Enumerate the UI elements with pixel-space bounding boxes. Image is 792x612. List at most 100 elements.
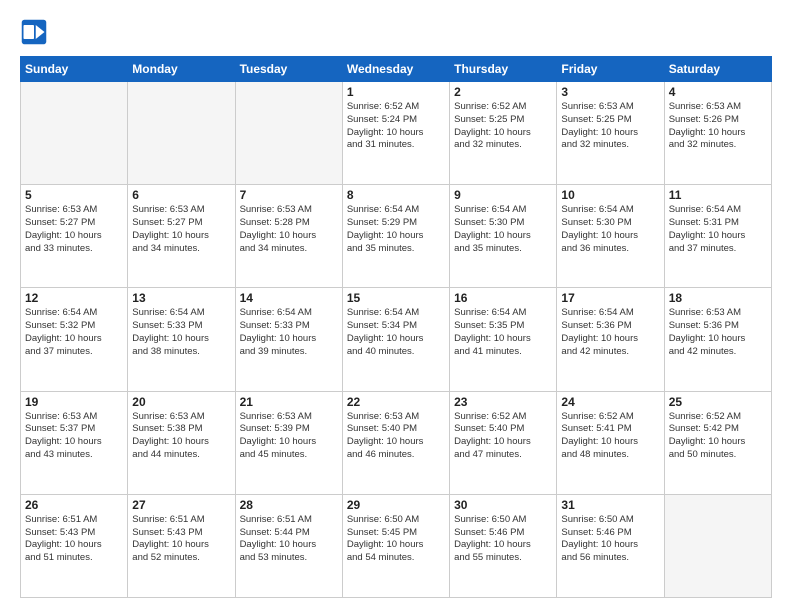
day-number: 16: [454, 291, 552, 305]
day-info: Sunrise: 6:50 AMSunset: 5:46 PMDaylight:…: [561, 514, 659, 565]
day-number: 5: [25, 188, 123, 202]
week-row-2: 12 Sunrise: 6:54 AMSunset: 5:32 PMDayligh…: [21, 288, 772, 391]
day-number: 28: [240, 498, 338, 512]
week-row-1: 5 Sunrise: 6:53 AMSunset: 5:27 PMDaylight…: [21, 185, 772, 288]
calendar-cell: 8 Sunrise: 6:54 AMSunset: 5:29 PMDaylight…: [342, 185, 449, 288]
day-number: 3: [561, 85, 659, 99]
calendar-cell: [128, 82, 235, 185]
day-info: Sunrise: 6:54 AMSunset: 5:35 PMDaylight:…: [454, 307, 552, 358]
day-info: Sunrise: 6:54 AMSunset: 5:30 PMDaylight:…: [454, 204, 552, 255]
calendar-cell: 3 Sunrise: 6:53 AMSunset: 5:25 PMDaylight…: [557, 82, 664, 185]
weekday-header-tuesday: Tuesday: [235, 57, 342, 82]
day-info: Sunrise: 6:54 AMSunset: 5:29 PMDaylight:…: [347, 204, 445, 255]
day-number: 13: [132, 291, 230, 305]
day-info: Sunrise: 6:54 AMSunset: 5:34 PMDaylight:…: [347, 307, 445, 358]
calendar-cell: 18 Sunrise: 6:53 AMSunset: 5:36 PMDayligh…: [664, 288, 771, 391]
calendar-cell: 29 Sunrise: 6:50 AMSunset: 5:45 PMDayligh…: [342, 494, 449, 597]
day-info: Sunrise: 6:54 AMSunset: 5:32 PMDaylight:…: [25, 307, 123, 358]
weekday-header-row: SundayMondayTuesdayWednesdayThursdayFrid…: [21, 57, 772, 82]
day-info: Sunrise: 6:53 AMSunset: 5:39 PMDaylight:…: [240, 411, 338, 462]
day-info: Sunrise: 6:54 AMSunset: 5:30 PMDaylight:…: [561, 204, 659, 255]
day-number: 10: [561, 188, 659, 202]
calendar-cell: 28 Sunrise: 6:51 AMSunset: 5:44 PMDayligh…: [235, 494, 342, 597]
day-info: Sunrise: 6:51 AMSunset: 5:43 PMDaylight:…: [132, 514, 230, 565]
day-number: 6: [132, 188, 230, 202]
week-row-4: 26 Sunrise: 6:51 AMSunset: 5:43 PMDayligh…: [21, 494, 772, 597]
calendar-cell: 4Sunrise: 6:53 AMSunset: 5:26 PMDaylight…: [664, 82, 771, 185]
calendar-cell: 23Sunrise: 6:52 AMSunset: 5:40 PMDayligh…: [450, 391, 557, 494]
day-number: 31: [561, 498, 659, 512]
day-info: Sunrise: 6:52 AMSunset: 5:25 PMDaylight:…: [454, 101, 552, 152]
day-info: Sunrise: 6:54 AMSunset: 5:36 PMDaylight:…: [561, 307, 659, 358]
calendar-table: SundayMondayTuesdayWednesdayThursdayFrid…: [20, 56, 772, 598]
day-info: Sunrise: 6:53 AMSunset: 5:27 PMDaylight:…: [132, 204, 230, 255]
day-number: 24: [561, 395, 659, 409]
logo-icon: [20, 18, 48, 46]
calendar-cell: 24Sunrise: 6:52 AMSunset: 5:41 PMDayligh…: [557, 391, 664, 494]
weekday-header-friday: Friday: [557, 57, 664, 82]
day-info: Sunrise: 6:51 AMSunset: 5:43 PMDaylight:…: [25, 514, 123, 565]
day-info: Sunrise: 6:53 AMSunset: 5:25 PMDaylight:…: [561, 101, 659, 152]
calendar-cell: 2Sunrise: 6:52 AMSunset: 5:25 PMDaylight…: [450, 82, 557, 185]
day-number: 7: [240, 188, 338, 202]
page: SundayMondayTuesdayWednesdayThursdayFrid…: [0, 0, 792, 612]
calendar-cell: 13 Sunrise: 6:54 AMSunset: 5:33 PMDayligh…: [128, 288, 235, 391]
day-number: 19: [25, 395, 123, 409]
weekday-header-monday: Monday: [128, 57, 235, 82]
day-info: Sunrise: 6:53 AMSunset: 5:27 PMDaylight:…: [25, 204, 123, 255]
day-number: 21: [240, 395, 338, 409]
day-info: Sunrise: 6:54 AMSunset: 5:33 PMDaylight:…: [240, 307, 338, 358]
day-info: Sunrise: 6:53 AMSunset: 5:26 PMDaylight:…: [669, 101, 767, 152]
day-info: Sunrise: 6:53 AMSunset: 5:38 PMDaylight:…: [132, 411, 230, 462]
day-number: 1: [347, 85, 445, 99]
header: [20, 18, 772, 46]
weekday-header-saturday: Saturday: [664, 57, 771, 82]
calendar-cell: [21, 82, 128, 185]
calendar-cell: 22 Sunrise: 6:53 AMSunset: 5:40 PMDayligh…: [342, 391, 449, 494]
day-number: 12: [25, 291, 123, 305]
calendar-cell: 1 Sunrise: 6:52 AMSunset: 5:24 PMDaylight…: [342, 82, 449, 185]
day-number: 25: [669, 395, 767, 409]
calendar-cell: 15 Sunrise: 6:54 AMSunset: 5:34 PMDayligh…: [342, 288, 449, 391]
calendar-cell: 30 Sunrise: 6:50 AMSunset: 5:46 PMDayligh…: [450, 494, 557, 597]
calendar-cell: 26 Sunrise: 6:51 AMSunset: 5:43 PMDayligh…: [21, 494, 128, 597]
day-number: 15: [347, 291, 445, 305]
calendar-cell: 12 Sunrise: 6:54 AMSunset: 5:32 PMDayligh…: [21, 288, 128, 391]
day-number: 20: [132, 395, 230, 409]
day-number: 29: [347, 498, 445, 512]
day-info: Sunrise: 6:51 AMSunset: 5:44 PMDaylight:…: [240, 514, 338, 565]
calendar-cell: 7 Sunrise: 6:53 AMSunset: 5:28 PMDaylight…: [235, 185, 342, 288]
day-number: 22: [347, 395, 445, 409]
day-number: 11: [669, 188, 767, 202]
calendar-cell: 20 Sunrise: 6:53 AMSunset: 5:38 PMDayligh…: [128, 391, 235, 494]
calendar-cell: 31 Sunrise: 6:50 AMSunset: 5:46 PMDayligh…: [557, 494, 664, 597]
day-info: Sunrise: 6:53 AMSunset: 5:28 PMDaylight:…: [240, 204, 338, 255]
calendar-cell: 16 Sunrise: 6:54 AMSunset: 5:35 PMDayligh…: [450, 288, 557, 391]
calendar-cell: 21 Sunrise: 6:53 AMSunset: 5:39 PMDayligh…: [235, 391, 342, 494]
day-info: Sunrise: 6:53 AMSunset: 5:37 PMDaylight:…: [25, 411, 123, 462]
calendar-cell: 10 Sunrise: 6:54 AMSunset: 5:30 PMDayligh…: [557, 185, 664, 288]
day-number: 18: [669, 291, 767, 305]
weekday-header-thursday: Thursday: [450, 57, 557, 82]
day-info: Sunrise: 6:54 AMSunset: 5:33 PMDaylight:…: [132, 307, 230, 358]
calendar-cell: 19 Sunrise: 6:53 AMSunset: 5:37 PMDayligh…: [21, 391, 128, 494]
day-info: Sunrise: 6:53 AMSunset: 5:36 PMDaylight:…: [669, 307, 767, 358]
calendar-cell: [664, 494, 771, 597]
week-row-0: 1 Sunrise: 6:52 AMSunset: 5:24 PMDaylight…: [21, 82, 772, 185]
day-info: Sunrise: 6:53 AMSunset: 5:40 PMDaylight:…: [347, 411, 445, 462]
calendar-cell: [235, 82, 342, 185]
day-number: 26: [25, 498, 123, 512]
day-info: Sunrise: 6:50 AMSunset: 5:46 PMDaylight:…: [454, 514, 552, 565]
day-number: 8: [347, 188, 445, 202]
day-number: 30: [454, 498, 552, 512]
calendar-cell: 5 Sunrise: 6:53 AMSunset: 5:27 PMDaylight…: [21, 185, 128, 288]
logo: [20, 18, 52, 46]
calendar-cell: 6 Sunrise: 6:53 AMSunset: 5:27 PMDaylight…: [128, 185, 235, 288]
calendar-cell: 17 Sunrise: 6:54 AMSunset: 5:36 PMDayligh…: [557, 288, 664, 391]
day-info: Sunrise: 6:50 AMSunset: 5:45 PMDaylight:…: [347, 514, 445, 565]
day-info: Sunrise: 6:52 AMSunset: 5:24 PMDaylight:…: [347, 101, 445, 152]
day-number: 17: [561, 291, 659, 305]
calendar-cell: 25Sunrise: 6:52 AMSunset: 5:42 PMDayligh…: [664, 391, 771, 494]
day-number: 27: [132, 498, 230, 512]
week-row-3: 19 Sunrise: 6:53 AMSunset: 5:37 PMDayligh…: [21, 391, 772, 494]
